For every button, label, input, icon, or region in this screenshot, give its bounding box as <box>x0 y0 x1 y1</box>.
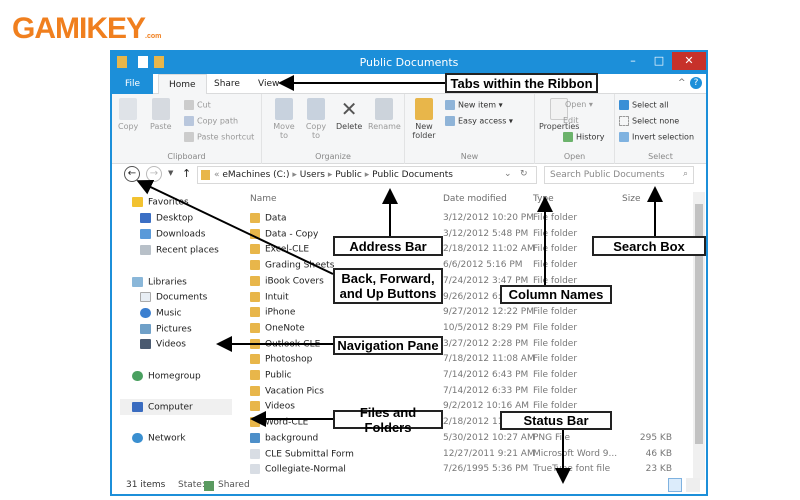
annotation-back-forward-up: Back, Forward, and Up Buttons <box>333 268 443 304</box>
annotation-column-names: Column Names <box>500 285 612 304</box>
annotation-address-bar: Address Bar <box>333 236 443 256</box>
arrow-back <box>136 179 334 275</box>
annotation-tabs: Tabs within the Ribbon <box>445 73 598 93</box>
annotation-navigation-pane: Navigation Pane <box>333 336 443 355</box>
annotation-status-bar: Status Bar <box>500 411 612 430</box>
annotation-files-folders: Files and Folders <box>333 405 443 435</box>
annotation-search-box: Search Box <box>592 236 706 256</box>
